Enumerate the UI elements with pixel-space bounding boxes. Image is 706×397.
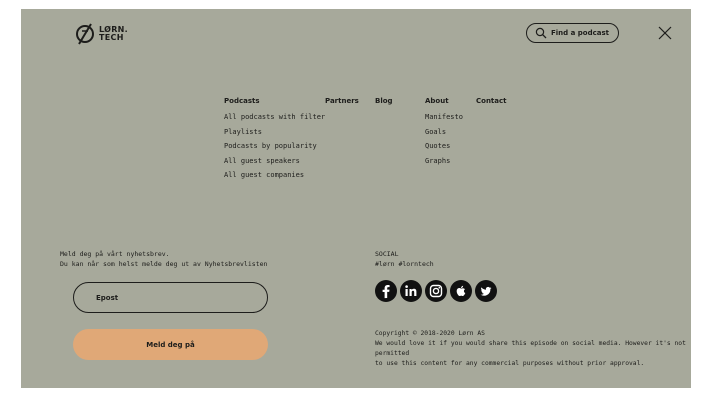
nav-link-all-podcasts[interactable]: All podcasts with filter — [224, 110, 325, 125]
nav-link-guest-speakers[interactable]: All guest speakers — [224, 154, 325, 169]
nav-about-heading[interactable]: About — [425, 95, 463, 107]
nav-podcasts-column: Podcasts All podcasts with filter Playli… — [224, 95, 325, 183]
nav-link-quotes[interactable]: Quotes — [425, 139, 463, 154]
email-field[interactable] — [73, 282, 268, 313]
nav-link-guest-companies[interactable]: All guest companies — [224, 168, 325, 183]
newsletter-text: Meld deg på vårt nyhetsbrev. Du kan når … — [60, 249, 267, 269]
nav-link-manifesto[interactable]: Manifesto — [425, 110, 463, 125]
subscribe-button[interactable]: Meld deg på — [73, 329, 268, 360]
social-icons — [375, 280, 497, 302]
nav-link-graphs[interactable]: Graphs — [425, 154, 463, 169]
nav-blog-heading[interactable]: Blog — [375, 95, 393, 107]
twitter-icon[interactable] — [475, 280, 497, 302]
logo-wordmark: LØRN. TECH — [99, 26, 128, 42]
copyright-line2: We would love it if you would share this… — [375, 340, 686, 357]
copyright-block: Copyright © 2018-2020 Lørn AS We would l… — [375, 329, 695, 369]
nav-contact-column: Contact — [476, 95, 507, 110]
nav-link-goals[interactable]: Goals — [425, 125, 463, 140]
facebook-icon[interactable] — [375, 280, 397, 302]
nav-link-playlists[interactable]: Playlists — [224, 125, 325, 140]
lorn-logo-icon — [76, 23, 94, 45]
footer-panel: LØRN. TECH Find a podcast Podcasts All p… — [21, 9, 691, 388]
nav-about-column: About Manifesto Goals Quotes Graphs — [425, 95, 463, 168]
instagram-icon[interactable] — [425, 280, 447, 302]
nav-partners-heading[interactable]: Partners — [325, 95, 359, 107]
social-block: SOCIAL #lørn #lorntech — [375, 249, 434, 269]
copyright-line3: to use this content for any commercial p… — [375, 360, 645, 367]
social-heading: SOCIAL — [375, 250, 399, 258]
brand-logo[interactable]: LØRN. TECH — [75, 23, 128, 45]
nav-contact-heading[interactable]: Contact — [476, 95, 507, 107]
newsletter-line2: Du kan når som helst melde deg ut av Nyh… — [60, 260, 268, 268]
email-input[interactable] — [96, 293, 246, 302]
nav-blog-column: Blog — [375, 95, 393, 110]
close-icon[interactable] — [658, 26, 672, 40]
nav-partners-column: Partners — [325, 95, 359, 110]
nav-link-popularity[interactable]: Podcasts by popularity — [224, 139, 325, 154]
search-icon — [535, 27, 547, 39]
apple-icon[interactable] — [450, 280, 472, 302]
find-podcast-label: Find a podcast — [551, 29, 609, 37]
find-podcast-button[interactable]: Find a podcast — [526, 23, 619, 43]
linkedin-icon[interactable] — [400, 280, 422, 302]
logo-line2: TECH — [99, 33, 124, 42]
copyright-line1: Copyright © 2018-2020 Lørn AS — [375, 330, 485, 337]
newsletter-line1: Meld deg på vårt nyhetsbrev. — [60, 250, 170, 258]
social-hashtags: #lørn #lorntech — [375, 260, 434, 268]
nav-podcasts-heading[interactable]: Podcasts — [224, 95, 325, 107]
